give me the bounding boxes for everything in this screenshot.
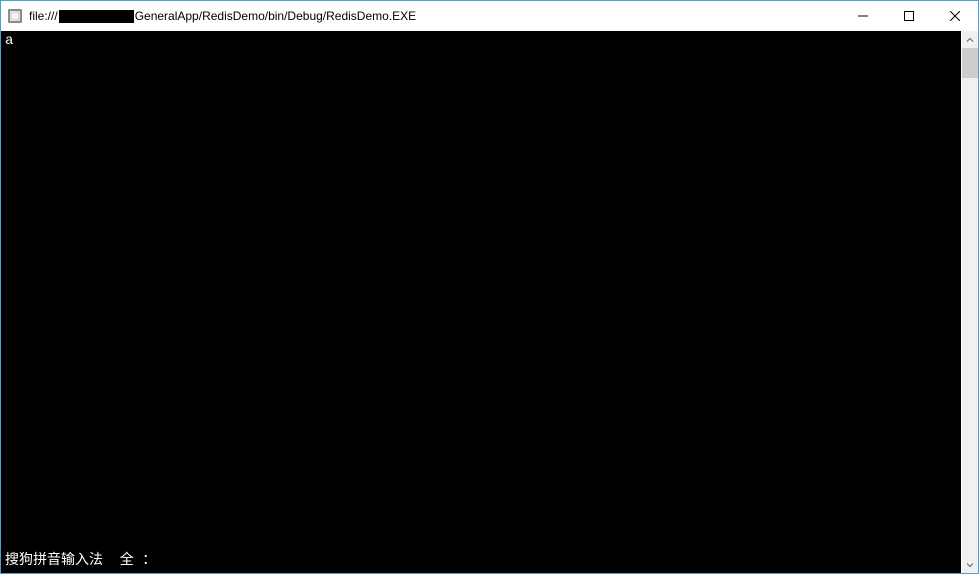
vertical-scrollbar[interactable] bbox=[961, 31, 978, 573]
maximize-button[interactable] bbox=[886, 1, 932, 31]
ime-status-line: 搜狗拼音输入法 全 ： bbox=[5, 552, 957, 571]
console[interactable]: a 搜狗拼音输入法 全 ： bbox=[1, 31, 961, 573]
title-suffix: GeneralApp/RedisDemo/bin/Debug/RedisDemo… bbox=[135, 9, 416, 23]
minimize-button[interactable] bbox=[840, 1, 886, 31]
maximize-icon bbox=[904, 11, 914, 21]
chevron-down-icon bbox=[966, 561, 974, 569]
client-area: a 搜狗拼音输入法 全 ： bbox=[1, 31, 978, 573]
app-icon bbox=[7, 8, 23, 24]
window-title: file:/// GeneralApp/RedisDemo/bin/Debug/R… bbox=[29, 9, 840, 23]
window-controls bbox=[840, 1, 978, 31]
close-button[interactable] bbox=[932, 1, 978, 31]
scroll-up-button[interactable] bbox=[962, 31, 978, 48]
console-output: a bbox=[5, 33, 957, 49]
title-redacted bbox=[59, 10, 134, 23]
title-prefix: file:/// bbox=[29, 9, 58, 23]
minimize-icon bbox=[858, 11, 868, 21]
scroll-track[interactable] bbox=[962, 48, 978, 556]
titlebar[interactable]: file:/// GeneralApp/RedisDemo/bin/Debug/R… bbox=[1, 1, 978, 31]
chevron-up-icon bbox=[966, 36, 974, 44]
scroll-thumb[interactable] bbox=[962, 48, 978, 78]
close-icon bbox=[950, 11, 960, 21]
scroll-down-button[interactable] bbox=[962, 556, 978, 573]
